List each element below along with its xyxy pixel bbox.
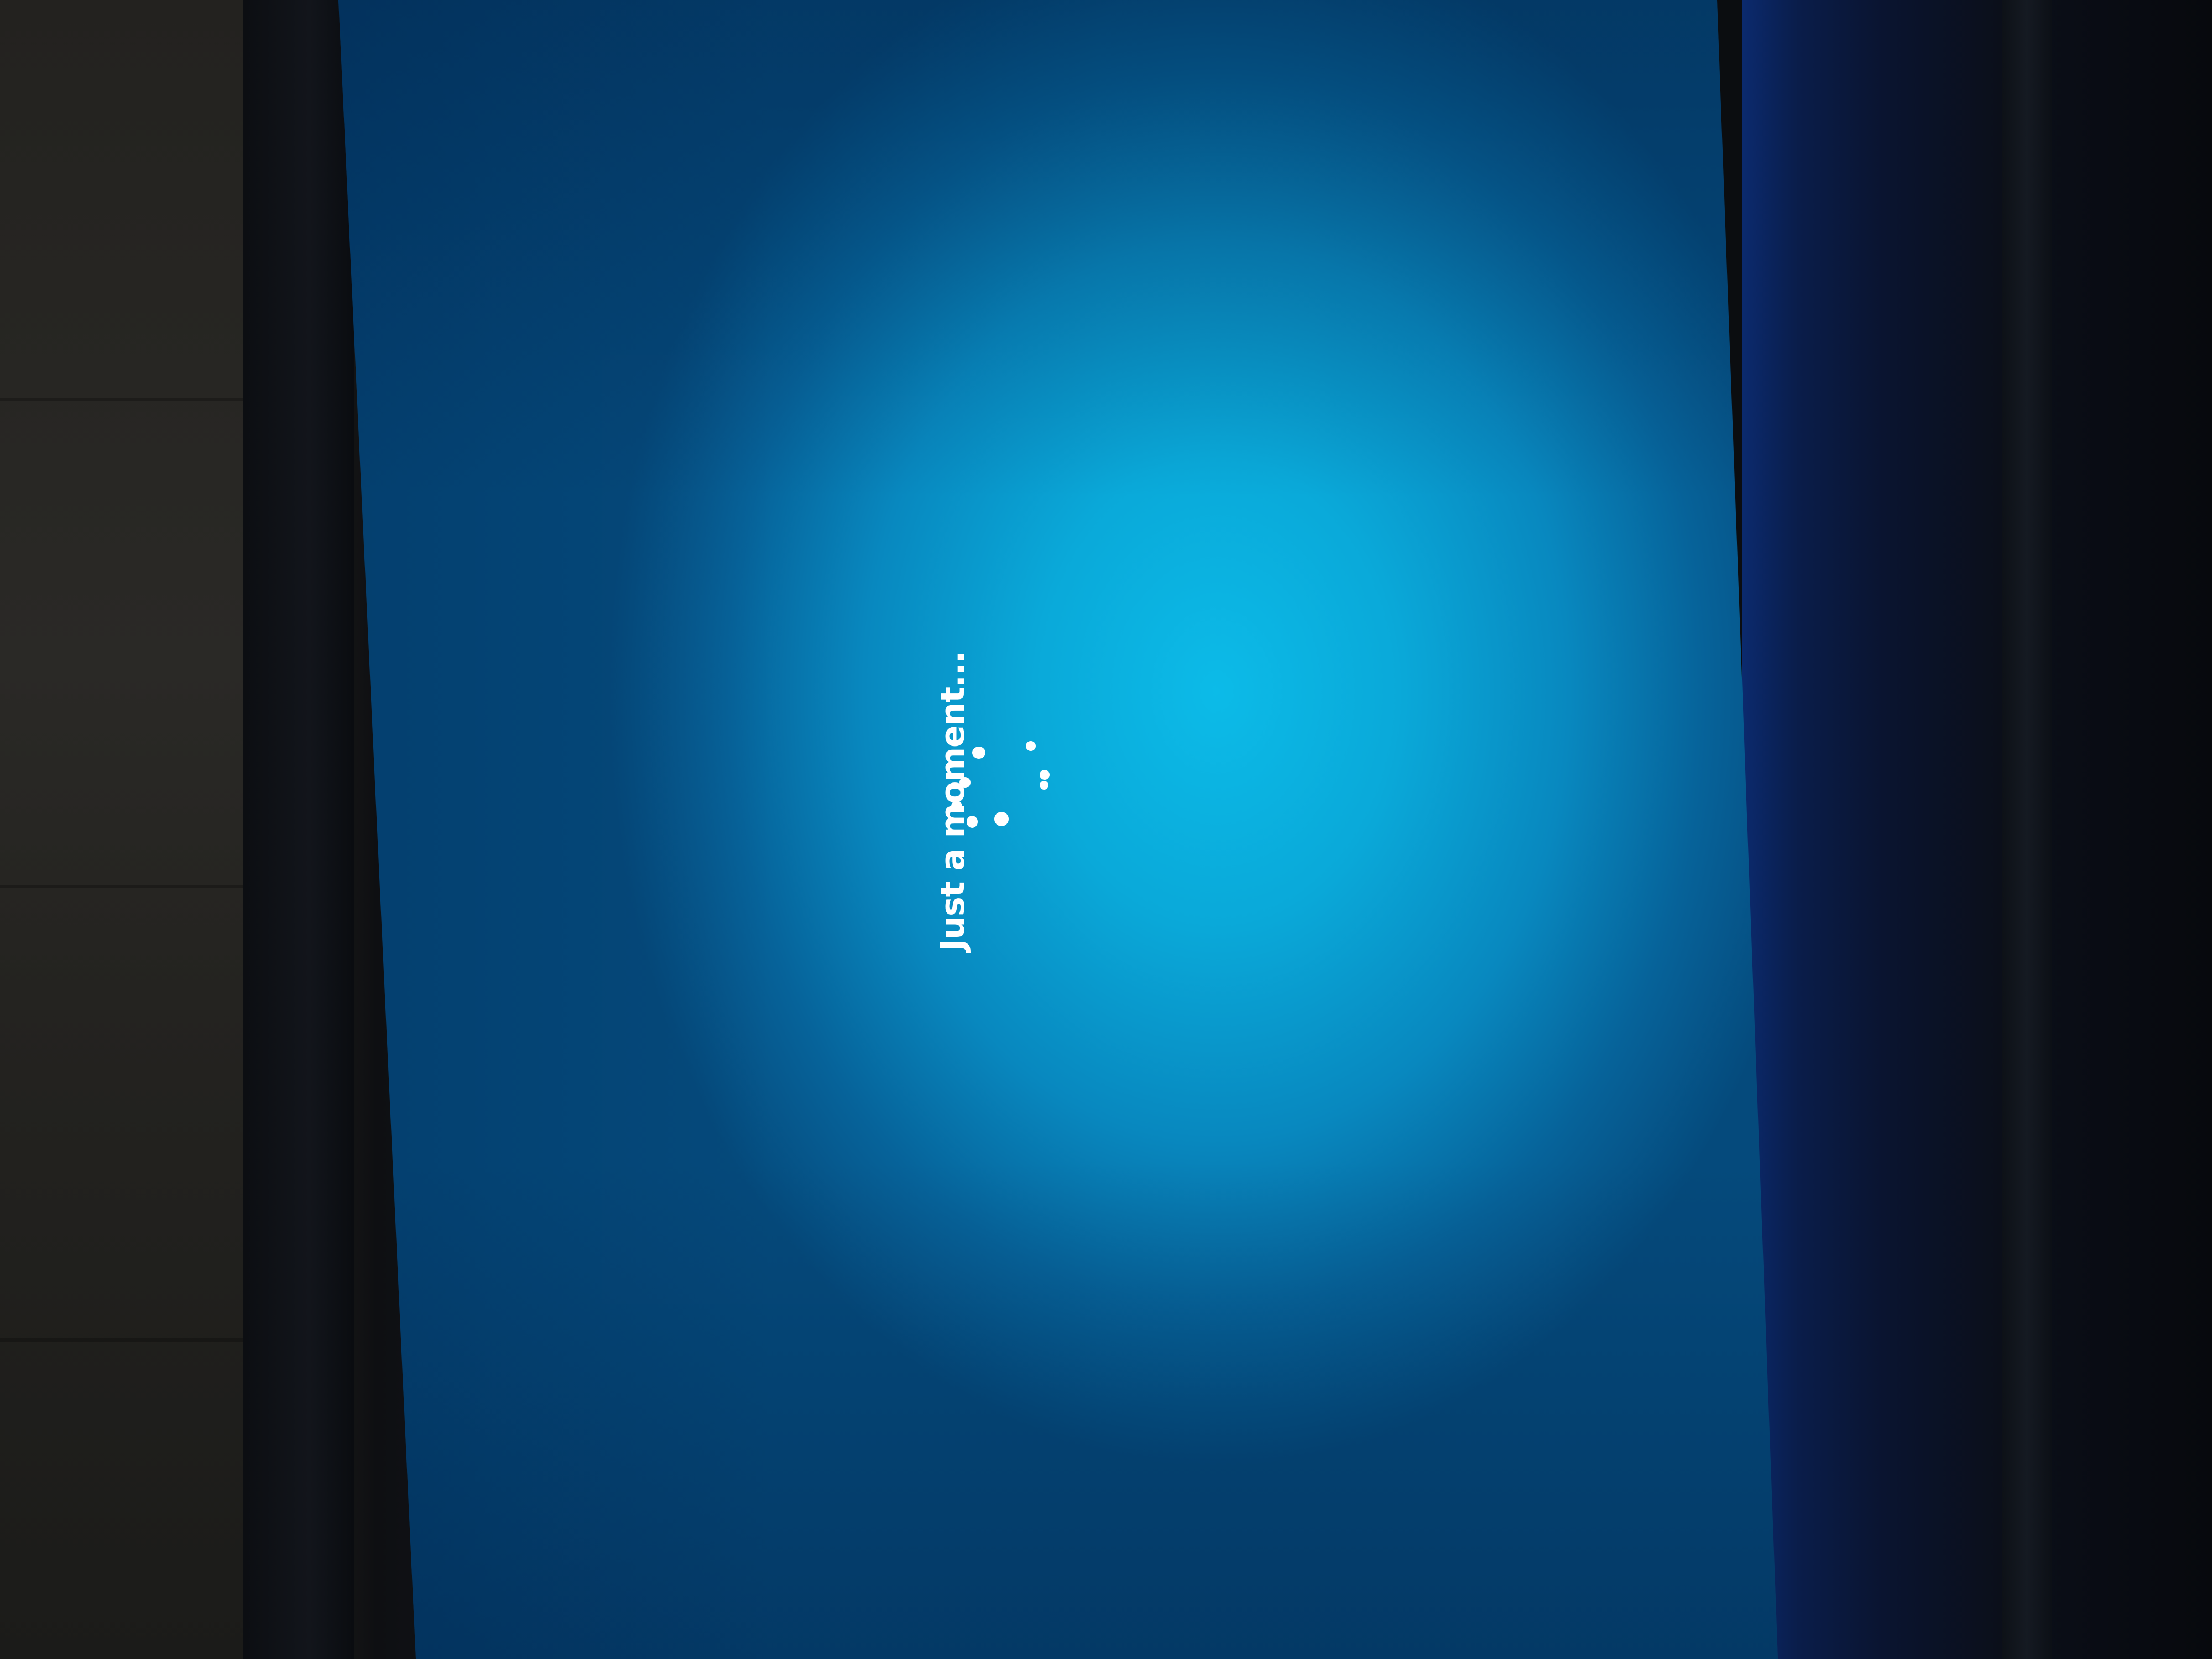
laptop-hinge [2002, 0, 2052, 1659]
wall-seam [0, 885, 265, 888]
spinner-dot [972, 747, 985, 759]
wall-seam [0, 1338, 265, 1342]
laptop-bezel-right [1742, 0, 2212, 1659]
loading-message: Just a moment... [933, 651, 972, 951]
photo-scene: Just a moment... [0, 0, 2212, 1659]
spinner-dot [1026, 741, 1036, 751]
wall-seam [0, 398, 265, 401]
spinner-dot [1040, 770, 1050, 780]
laptop-bezel-left [243, 0, 354, 1659]
spinner-dot [1040, 781, 1048, 790]
spinner-dot [994, 812, 1009, 826]
